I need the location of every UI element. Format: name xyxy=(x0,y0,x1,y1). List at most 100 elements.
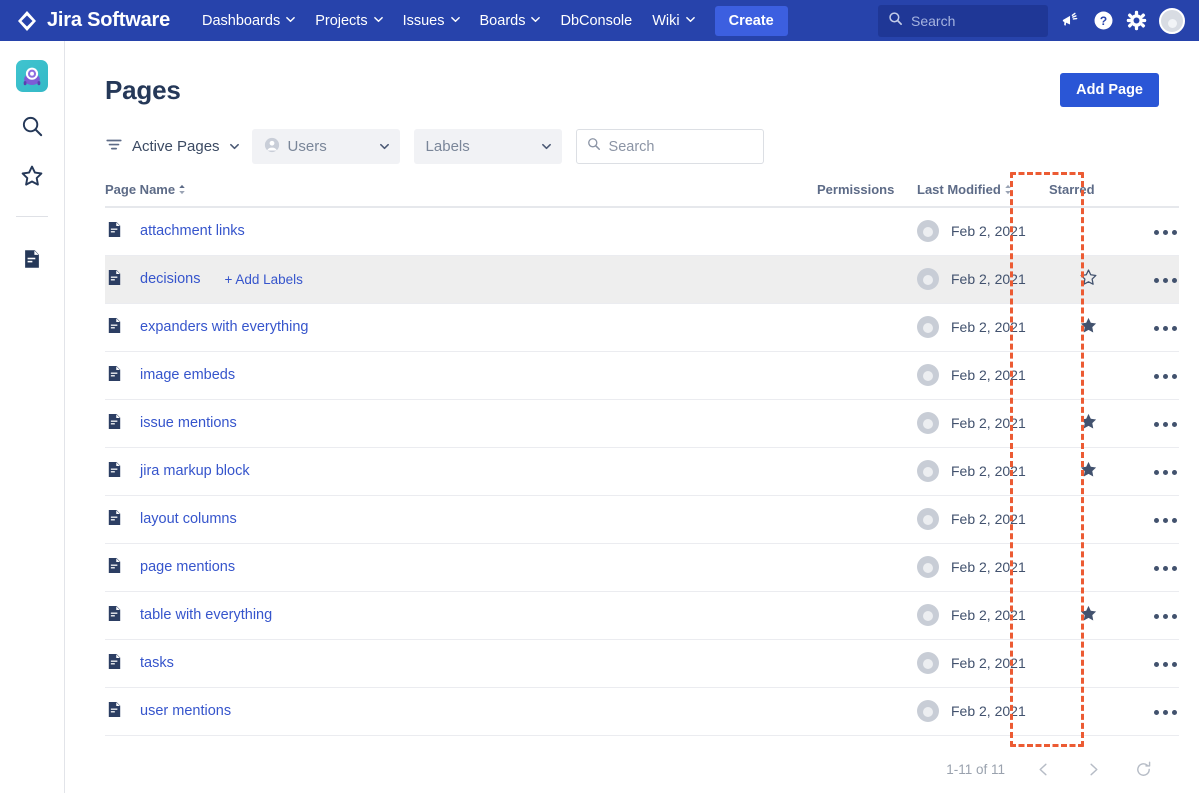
cell-starred xyxy=(1049,303,1127,351)
cell-permissions xyxy=(817,207,917,255)
page-name-link[interactable]: page mentions xyxy=(140,559,235,575)
table-row[interactable]: jira markup block Feb 2, 2021 xyxy=(105,447,1179,495)
labels-filter-dropdown[interactable]: Labels xyxy=(413,129,562,164)
pages-search-box[interactable] xyxy=(575,129,764,164)
cell-last-modified: Feb 2, 2021 xyxy=(917,591,1049,639)
global-search-input[interactable] xyxy=(911,12,1038,29)
column-header-starred[interactable]: Starred xyxy=(1049,182,1127,208)
cell-page-name: attachment links xyxy=(105,207,817,255)
chevron-down-icon xyxy=(450,15,460,24)
main-content: Pages Add Page Active Pages Users Labels xyxy=(65,41,1199,793)
table-row[interactable]: image embeds Feb 2, 2021 xyxy=(105,351,1179,399)
page-name-link[interactable]: attachment links xyxy=(140,223,245,239)
document-icon xyxy=(105,364,124,386)
help-icon[interactable]: ? xyxy=(1093,10,1114,31)
page-name-link[interactable]: image embeds xyxy=(140,367,235,383)
page-name-link[interactable]: user mentions xyxy=(140,703,231,719)
cell-actions xyxy=(1127,207,1179,255)
cell-permissions xyxy=(817,351,917,399)
star-filled-icon[interactable] xyxy=(1079,412,1098,431)
table-row[interactable]: layout columns Feb 2, 2021 xyxy=(105,495,1179,543)
cell-actions xyxy=(1127,447,1179,495)
nav-item-boards[interactable]: Boards xyxy=(470,7,551,35)
row-actions-menu-button[interactable] xyxy=(1152,704,1179,721)
pagination-refresh-button[interactable] xyxy=(1131,758,1155,782)
row-actions-menu-button[interactable] xyxy=(1152,608,1179,625)
row-actions-menu-button[interactable] xyxy=(1152,656,1179,673)
cell-actions xyxy=(1127,591,1179,639)
sidebar-search-icon[interactable] xyxy=(16,110,48,142)
table-row[interactable]: table with everything Feb 2, 2021 xyxy=(105,591,1179,639)
nav-item-wiki[interactable]: Wiki xyxy=(642,7,704,35)
row-actions-menu-button[interactable] xyxy=(1152,272,1179,289)
megaphone-icon[interactable] xyxy=(1060,10,1081,31)
cell-permissions xyxy=(817,303,917,351)
table-row[interactable]: expanders with everything Feb 2, 2021 xyxy=(105,303,1179,351)
add-labels-link[interactable]: + Add Labels xyxy=(224,272,302,287)
page-name-link[interactable]: issue mentions xyxy=(140,415,237,431)
labels-filter-label: Labels xyxy=(425,138,470,155)
nav-item-issues[interactable]: Issues xyxy=(393,7,470,35)
row-actions-menu-button[interactable] xyxy=(1152,464,1179,481)
table-row[interactable]: user mentions Feb 2, 2021 xyxy=(105,687,1179,735)
table-row[interactable]: tasks Feb 2, 2021 xyxy=(105,639,1179,687)
table-row[interactable]: attachment links Feb 2, 2021 xyxy=(105,207,1179,255)
page-name-link[interactable]: decisions xyxy=(140,271,200,287)
page-name-link[interactable]: jira markup block xyxy=(140,463,250,479)
row-actions-menu-button[interactable] xyxy=(1152,512,1179,529)
table-row[interactable]: page mentions Feb 2, 2021 xyxy=(105,543,1179,591)
row-actions-menu-button[interactable] xyxy=(1152,320,1179,337)
users-filter-label: Users xyxy=(287,138,327,155)
table-header: Page Name Permissions Last Modified Star… xyxy=(105,182,1179,208)
nav-item-dashboards[interactable]: Dashboards xyxy=(192,7,305,35)
sort-arrows-icon xyxy=(178,184,186,195)
cell-starred xyxy=(1049,351,1127,399)
app-logo-icon[interactable] xyxy=(16,60,48,92)
table-row[interactable]: decisions + Add Labels Feb 2, 2021 xyxy=(105,255,1179,303)
table-row[interactable]: issue mentions Feb 2, 2021 xyxy=(105,399,1179,447)
pages-search-input[interactable] xyxy=(608,138,753,155)
nav-item-dbconsole[interactable]: DbConsole xyxy=(550,7,642,35)
cell-page-name: tasks xyxy=(105,639,817,687)
page-name-link[interactable]: table with everything xyxy=(140,607,272,623)
cell-permissions xyxy=(817,255,917,303)
cell-last-modified: Feb 2, 2021 xyxy=(917,639,1049,687)
user-avatar[interactable] xyxy=(1159,7,1185,34)
page-name-link[interactable]: layout columns xyxy=(140,511,237,527)
pagination-prev-button[interactable] xyxy=(1031,758,1055,782)
cell-actions xyxy=(1127,399,1179,447)
global-search-box[interactable] xyxy=(878,4,1048,37)
row-actions-menu-button[interactable] xyxy=(1152,416,1179,433)
brand-logo[interactable]: Jira Software xyxy=(16,9,170,32)
cell-permissions xyxy=(817,591,917,639)
star-filled-icon[interactable] xyxy=(1079,316,1098,335)
column-header-last-modified[interactable]: Last Modified xyxy=(917,182,1049,208)
search-icon xyxy=(587,137,601,156)
sidebar-starred-icon[interactable] xyxy=(16,160,48,192)
settings-gear-icon[interactable] xyxy=(1126,10,1147,31)
active-pages-filter[interactable]: Active Pages xyxy=(105,136,239,158)
row-actions-menu-button[interactable] xyxy=(1152,224,1179,241)
last-modified-date: Feb 2, 2021 xyxy=(951,703,1026,719)
add-page-button[interactable]: Add Page xyxy=(1060,73,1159,107)
table-body: attachment links Feb 2, 2021 decisions + Ad… xyxy=(105,207,1179,735)
star-outline-icon[interactable] xyxy=(1079,268,1098,287)
row-actions-menu-button[interactable] xyxy=(1152,368,1179,385)
page-name-link[interactable]: expanders with everything xyxy=(140,319,308,335)
nav-item-label: Issues xyxy=(402,12,445,29)
create-button[interactable]: Create xyxy=(714,5,788,36)
star-filled-icon[interactable] xyxy=(1079,604,1098,623)
column-header-page-name[interactable]: Page Name xyxy=(105,182,817,208)
row-actions-menu-button[interactable] xyxy=(1152,560,1179,577)
nav-item-label: Boards xyxy=(479,12,526,29)
cell-starred xyxy=(1049,495,1127,543)
document-icon xyxy=(105,412,124,434)
pagination-next-button[interactable] xyxy=(1081,758,1105,782)
page-name-link[interactable]: tasks xyxy=(140,655,174,671)
column-header-permissions[interactable]: Permissions xyxy=(817,182,917,208)
star-filled-icon[interactable] xyxy=(1079,460,1098,479)
sidebar-pages-icon[interactable] xyxy=(16,243,48,275)
document-icon xyxy=(105,508,124,530)
users-filter-dropdown[interactable]: Users xyxy=(251,129,400,164)
nav-item-projects[interactable]: Projects xyxy=(305,7,392,35)
